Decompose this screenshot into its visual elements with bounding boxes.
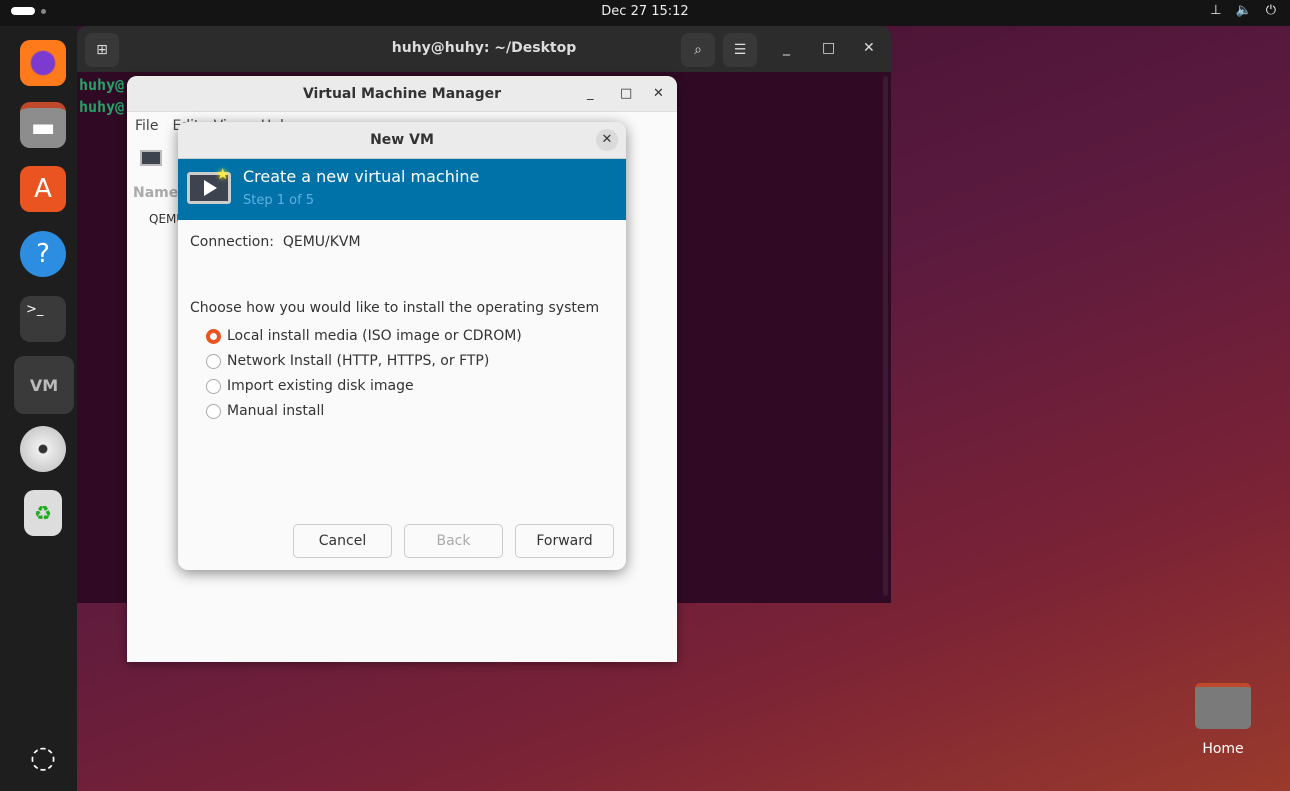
show-apps-icon[interactable]: ◌: [20, 734, 66, 780]
install-prompt: Choose how you would like to install the…: [190, 300, 600, 316]
help-icon[interactable]: ?: [20, 231, 66, 277]
radio-manual-install[interactable]: Manual install: [206, 403, 324, 419]
search-icon[interactable]: ⌕: [681, 33, 715, 67]
back-button[interactable]: Back: [404, 524, 503, 558]
connection-value: QEMU/KVM: [282, 234, 361, 250]
terminal-icon[interactable]: >_: [20, 296, 66, 342]
radio-indicator[interactable]: [206, 353, 221, 369]
radio-label: Manual install: [227, 403, 325, 419]
radio-label: Import existing disk image: [227, 378, 414, 394]
menu-file[interactable]: File: [135, 118, 158, 134]
radio-indicator[interactable]: [206, 403, 221, 419]
close-icon[interactable]: ✕: [653, 86, 664, 101]
files-icon[interactable]: ▬: [20, 102, 66, 148]
cancel-button[interactable]: Cancel: [293, 524, 392, 558]
radio-import-disk[interactable]: Import existing disk image: [206, 378, 414, 394]
radio-label: Network Install (HTTP, HTTPS, or FTP): [227, 353, 490, 369]
star-icon: ★: [216, 165, 230, 183]
home-folder-label[interactable]: Home: [1180, 741, 1266, 757]
radio-indicator[interactable]: [206, 328, 221, 344]
dock: ▬ A ? >_ VM ♻ ◌: [0, 26, 77, 791]
forward-button[interactable]: Forward: [515, 524, 614, 558]
menu-icon[interactable]: ☰: [723, 33, 757, 67]
maximize-icon[interactable]: □: [822, 40, 835, 56]
home-folder-icon[interactable]: [1195, 683, 1251, 729]
close-icon[interactable]: ✕: [596, 129, 618, 151]
close-icon[interactable]: ✕: [863, 40, 875, 56]
radio-network-install[interactable]: Network Install (HTTP, HTTPS, or FTP): [206, 353, 489, 369]
scrollbar[interactable]: [883, 76, 888, 596]
vmm-title: Virtual Machine Manager: [302, 86, 502, 102]
disc-icon[interactable]: [20, 426, 66, 472]
virt-manager-icon[interactable]: VM: [14, 356, 74, 414]
trash-icon[interactable]: ♻: [24, 490, 62, 536]
radio-label: Local install media (ISO image or CDROM): [227, 328, 522, 344]
clock[interactable]: Dec 27 15:12: [0, 4, 1290, 19]
firefox-icon[interactable]: [20, 40, 66, 86]
network-icon[interactable]: ⊥: [1210, 3, 1221, 18]
radio-local-install[interactable]: Local install media (ISO image or CDROM): [206, 328, 522, 344]
new-vm-icon[interactable]: [140, 150, 162, 166]
terminal-title: huhy@huhy: ~/Desktop: [391, 40, 577, 56]
header-step: Step 1 of 5: [243, 193, 315, 208]
minimize-icon[interactable]: _: [587, 86, 594, 101]
header-title: Create a new virtual machine: [243, 167, 480, 186]
volume-icon[interactable]: 🔈: [1236, 3, 1252, 18]
connection-label: Connection:: [190, 234, 274, 250]
radio-indicator[interactable]: [206, 378, 221, 394]
maximize-icon[interactable]: □: [620, 86, 632, 101]
minimize-icon[interactable]: _: [783, 40, 790, 56]
new-vm-dialog: New VM ✕ ★ Create a new virtual machine …: [178, 122, 626, 570]
dialog-header: ★ Create a new virtual machine Step 1 of…: [178, 159, 626, 220]
app-center-icon[interactable]: A: [20, 166, 66, 212]
dialog-title: New VM: [370, 132, 434, 148]
power-icon[interactable]: ⏻: [1266, 3, 1276, 18]
top-bar: Dec 27 15:12 ⊥ 🔈 ⏻: [0, 0, 1290, 26]
column-name[interactable]: Name: [133, 185, 178, 201]
